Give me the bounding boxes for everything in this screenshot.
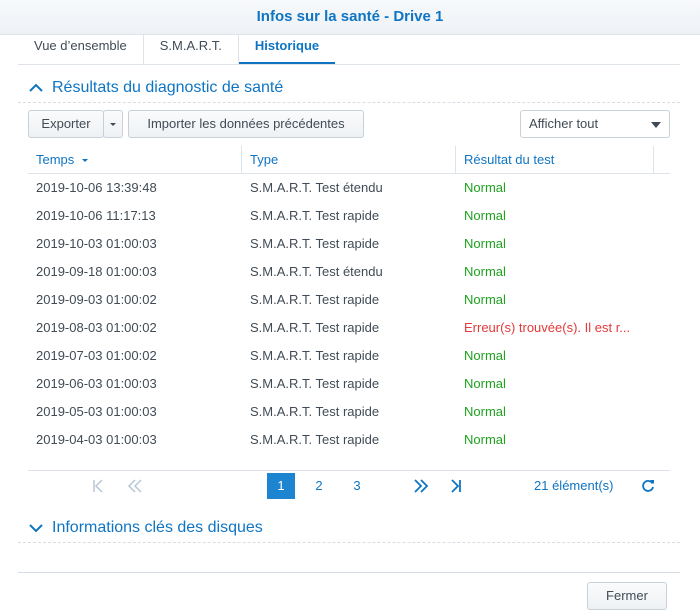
result-cell: Normal [464, 404, 506, 419]
type-cell: S.M.A.R.T. Test rapide [250, 404, 380, 419]
result-cell: Normal [464, 180, 506, 195]
result-cell: Normal [464, 376, 506, 391]
chevron-up-icon [29, 83, 43, 92]
page-button-2[interactable]: 2 [305, 473, 333, 499]
table-row[interactable]: 2019-04-03 01:00:03 S.M.A.R.T. Test rapid… [28, 426, 670, 454]
type-cell: S.M.A.R.T. Test rapide [250, 292, 380, 307]
result-cell: Normal [464, 208, 506, 223]
result-cell: Erreur(s) trouvée(s). Il est r... [464, 320, 631, 335]
time-cell: 2019-06-03 01:00:03 [36, 376, 157, 391]
page-button-1[interactable]: 1 [267, 473, 295, 499]
type-cell: S.M.A.R.T. Test étendu [250, 264, 383, 279]
double-chevron-right-icon [414, 479, 429, 493]
type-cell: S.M.A.R.T. Test rapide [250, 432, 380, 447]
history-grid: Temps Type Résultat du test 2019-10-06 1… [28, 146, 670, 454]
footer-divider [18, 572, 680, 573]
page-button-3[interactable]: 3 [343, 473, 371, 499]
chevron-down-icon [29, 524, 43, 533]
refresh-button[interactable] [640, 473, 662, 499]
section-title: Résultats du diagnostic de santé [52, 79, 284, 96]
time-cell: 2019-07-03 01:00:02 [36, 348, 157, 363]
column-header-time[interactable]: Temps [28, 146, 242, 173]
type-cell: S.M.A.R.T. Test rapide [250, 376, 380, 391]
section-title: Informations clés des disques [52, 519, 263, 536]
chevron-down-icon [651, 122, 661, 128]
table-row[interactable]: 2019-10-06 13:39:48 S.M.A.R.T. Test étend… [28, 174, 670, 202]
tab-bar: Vue d’ensemble S.M.A.R.T. Historique [18, 34, 680, 65]
column-header-type[interactable]: Type [242, 146, 456, 173]
table-row[interactable]: 2019-05-03 01:00:03 S.M.A.R.T. Test rapid… [28, 398, 670, 426]
import-previous-data-button[interactable]: Importer les données précédentes [128, 110, 364, 138]
type-cell: S.M.A.R.T. Test étendu [250, 180, 383, 195]
result-cell: Normal [464, 432, 506, 447]
last-page-button[interactable] [448, 473, 472, 499]
table-row[interactable]: 2019-09-03 01:00:02 S.M.A.R.T. Test rapid… [28, 286, 670, 314]
window-title: Infos sur la santé - Drive 1 [0, 0, 700, 35]
time-cell: 2019-04-03 01:00:03 [36, 432, 157, 447]
section-header-health-results[interactable]: Résultats du diagnostic de santé [18, 74, 680, 103]
grid-body: 2019-10-06 13:39:48 S.M.A.R.T. Test étend… [28, 174, 670, 454]
table-row[interactable]: 2019-10-06 11:17:13 S.M.A.R.T. Test rapid… [28, 202, 670, 230]
next-page-button[interactable] [412, 473, 436, 499]
export-menu-button[interactable] [103, 110, 123, 138]
first-page-icon [93, 479, 103, 493]
column-header-spacer [654, 146, 670, 173]
table-row[interactable]: 2019-08-03 01:00:02 S.M.A.R.T. Test rapid… [28, 314, 670, 342]
export-button[interactable]: Exporter [28, 110, 104, 138]
filter-select[interactable]: Afficher tout [520, 110, 670, 138]
pager: 1 2 3 21 élément(s) [28, 470, 670, 499]
close-button[interactable]: Fermer [587, 582, 667, 610]
table-row[interactable]: 2019-06-03 01:00:03 S.M.A.R.T. Test rapid… [28, 370, 670, 398]
first-page-button[interactable] [90, 473, 114, 499]
caret-down-icon [110, 123, 116, 126]
result-cell: Normal [464, 292, 506, 307]
time-cell: 2019-09-03 01:00:02 [36, 292, 157, 307]
grid-header: Temps Type Résultat du test [28, 146, 670, 174]
previous-page-button[interactable] [126, 473, 150, 499]
sort-desc-icon [81, 159, 88, 162]
type-cell: S.M.A.R.T. Test rapide [250, 320, 380, 335]
item-count: 21 élément(s) [534, 478, 614, 493]
column-header-result[interactable]: Résultat du test [456, 146, 654, 173]
type-cell: S.M.A.R.T. Test rapide [250, 208, 380, 223]
tab-overview[interactable]: Vue d’ensemble [18, 34, 144, 64]
time-cell: 2019-09-18 01:00:03 [36, 264, 157, 279]
double-chevron-left-icon [127, 479, 142, 493]
refresh-icon [642, 480, 654, 492]
section-header-key-disk-info[interactable]: Informations clés des disques [18, 514, 680, 543]
result-cell: Normal [464, 264, 506, 279]
toolbar: Exporter Importer les données précédente… [28, 110, 670, 138]
table-row[interactable]: 2019-09-18 01:00:03 S.M.A.R.T. Test étend… [28, 258, 670, 286]
table-row[interactable]: 2019-07-03 01:00:02 S.M.A.R.T. Test rapid… [28, 342, 670, 370]
type-cell: S.M.A.R.T. Test rapide [250, 236, 380, 251]
time-cell: 2019-10-06 13:39:48 [36, 180, 157, 195]
table-row[interactable]: 2019-10-03 01:00:03 S.M.A.R.T. Test rapid… [28, 230, 670, 258]
type-cell: S.M.A.R.T. Test rapide [250, 348, 380, 363]
time-cell: 2019-10-03 01:00:03 [36, 236, 157, 251]
time-cell: 2019-05-03 01:00:03 [36, 404, 157, 419]
filter-select-value: Afficher tout [529, 116, 599, 131]
tab-smart[interactable]: S.M.A.R.T. [144, 34, 239, 64]
last-page-icon [451, 479, 461, 493]
result-cell: Normal [464, 236, 506, 251]
time-cell: 2019-10-06 11:17:13 [36, 208, 156, 223]
time-cell: 2019-08-03 01:00:02 [36, 320, 157, 335]
tab-history[interactable]: Historique [238, 34, 336, 64]
result-cell: Normal [464, 348, 506, 363]
